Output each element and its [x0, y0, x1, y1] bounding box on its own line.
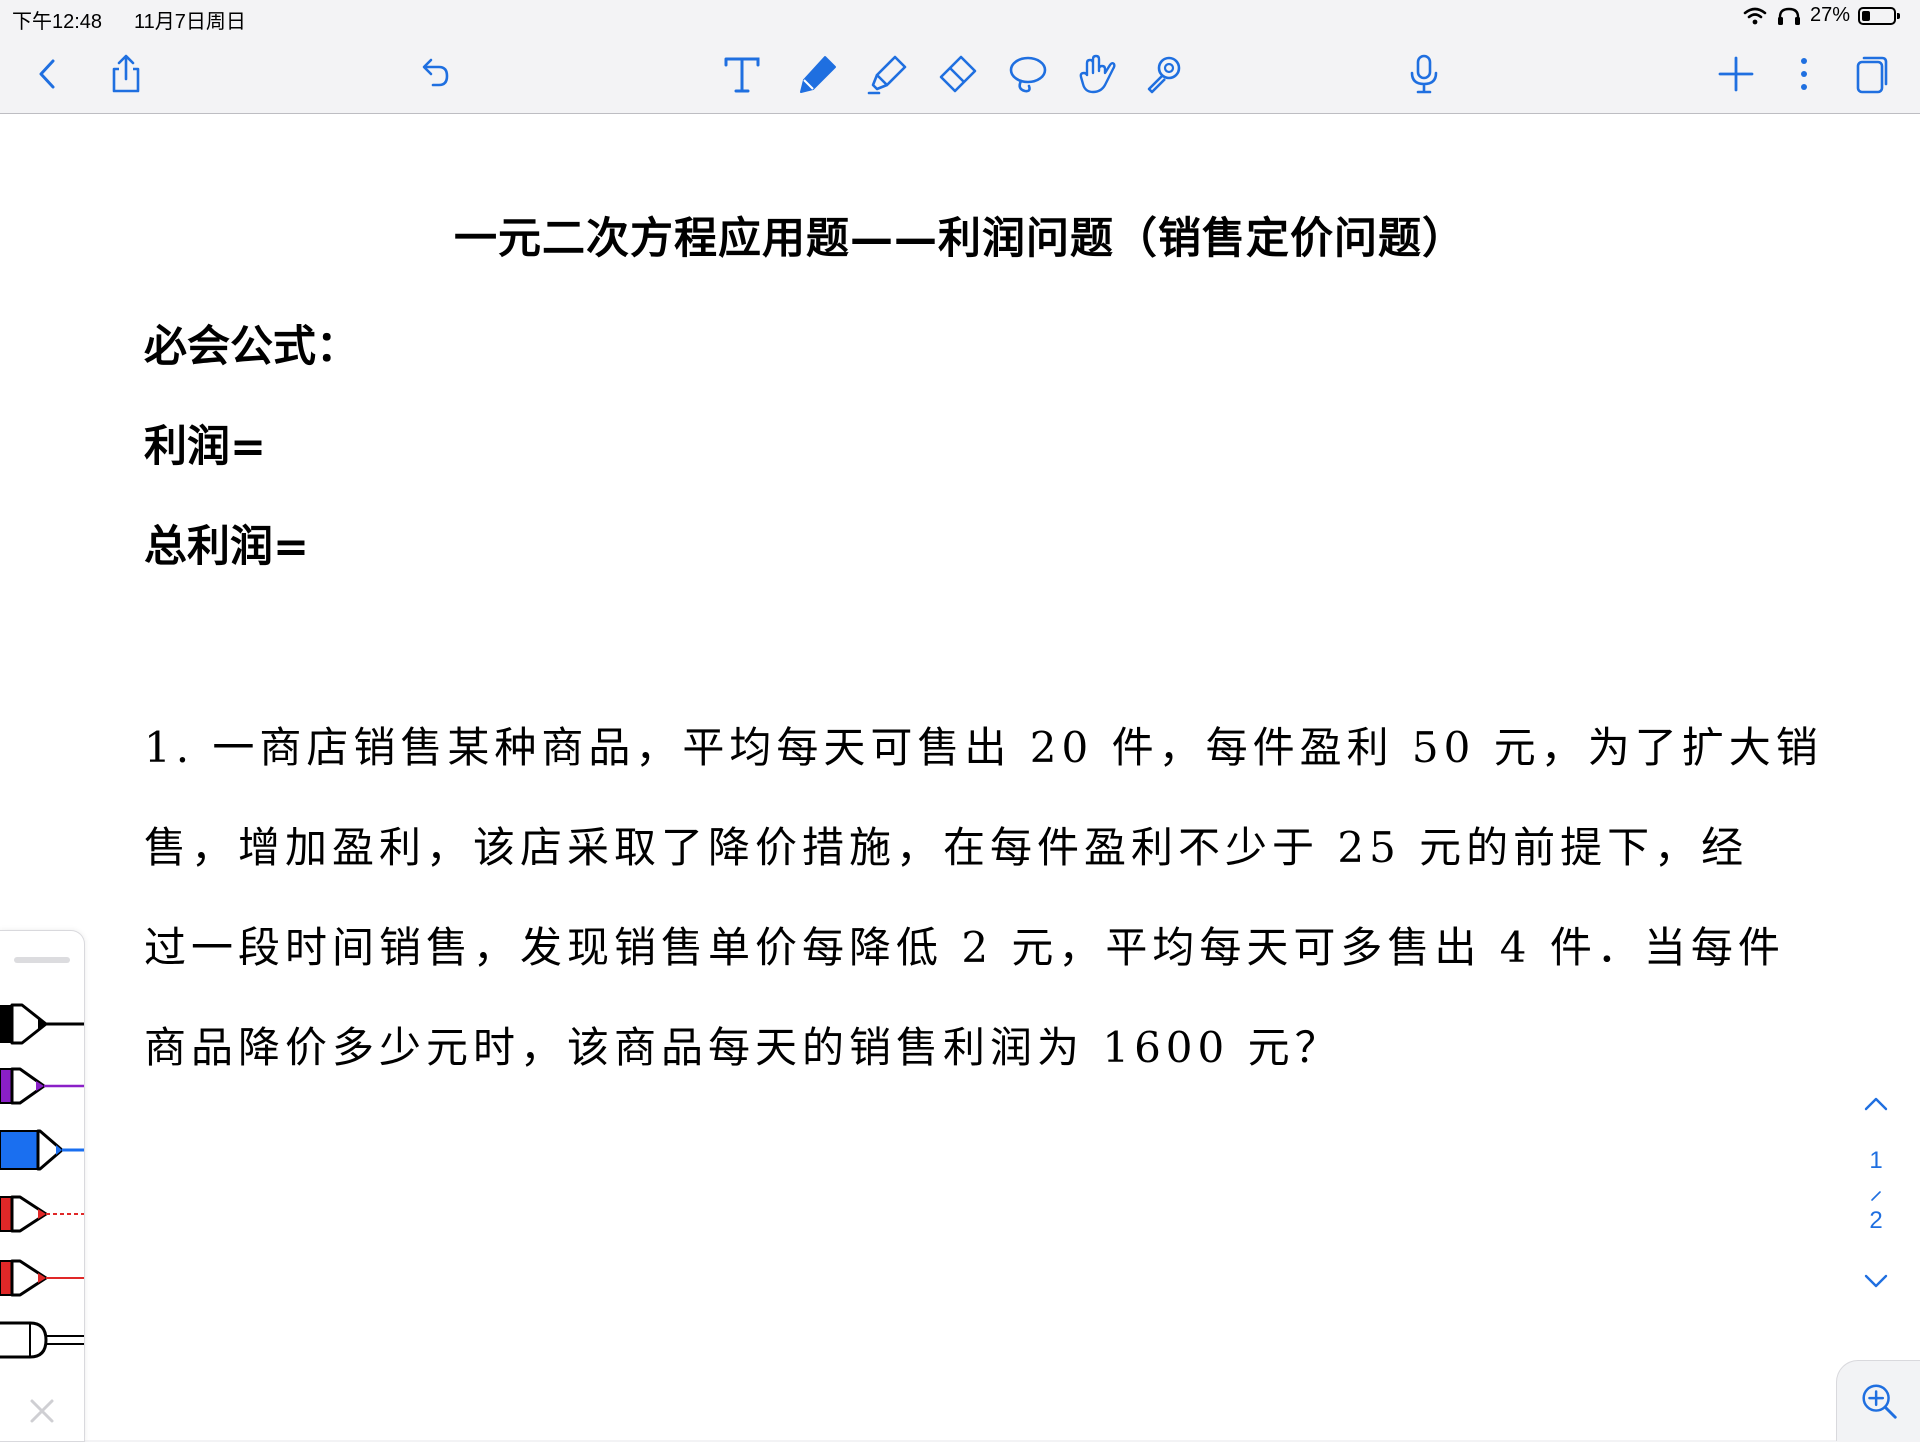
lasso-tool-button[interactable]: [996, 34, 1060, 114]
status-date: 11月7日周日: [134, 11, 246, 33]
formula-total-profit: 总利润=: [144, 522, 310, 572]
pen-icon: [800, 56, 836, 93]
previous-page-button[interactable]: [1856, 1085, 1896, 1125]
pen-white[interactable]: [0, 1315, 84, 1365]
add-button[interactable]: [1704, 34, 1768, 114]
problem-line: 过一段时间销售，发现销售单价每降低 2 元，平均每天可多售出 4 件．当每件: [144, 923, 1785, 972]
problem-text: 1. 一商店销售某种商品，平均每天可售出 20 件，每件盈利 50 元，为了扩大…: [144, 698, 1823, 1098]
eraser-tool-button[interactable]: [926, 34, 990, 114]
microphone-button[interactable]: [1392, 34, 1456, 114]
document-page[interactable]: 一元二次方程应用题——利润问题（销售定价问题） 必会公式： 利润= 总利润= 1…: [0, 114, 1920, 1440]
pages-icon: [1856, 56, 1888, 94]
problem-line: 售，增加盈利，该店采取了降价措施，在每件盈利不少于 25 元的前提下，经: [144, 823, 1749, 872]
status-indicators: 27%: [1742, 4, 1900, 27]
hand-tool-button[interactable]: [1064, 34, 1128, 114]
headphones-icon: [1777, 7, 1800, 25]
toolbar: [0, 34, 1920, 114]
back-button[interactable]: [16, 34, 80, 114]
battery-icon: [1858, 6, 1900, 25]
status-bar: 下午12:48 11月7日周日 27%: [0, 0, 1920, 34]
back-icon: [39, 59, 55, 89]
more-icon: [1801, 58, 1807, 90]
chevron-up-icon: [1864, 1097, 1888, 1111]
undo-icon: [422, 58, 449, 87]
close-icon: [30, 1399, 54, 1423]
highlighter-tool-button[interactable]: [856, 34, 920, 114]
pen-black[interactable]: [0, 999, 84, 1049]
battery-level: [1862, 10, 1870, 21]
pen-palette[interactable]: [0, 930, 85, 1442]
pen-red-dashed[interactable]: [0, 1189, 84, 1239]
page-navigator: 1 2: [1846, 1085, 1906, 1305]
share-button[interactable]: [94, 34, 158, 114]
chevron-down-icon: [1864, 1274, 1888, 1288]
problem-line: 商品降价多少元时，该商品每天的销售利润为 1600 元？: [144, 1023, 1342, 1072]
pages-button[interactable]: [1840, 34, 1904, 114]
pen-red[interactable]: [0, 1253, 84, 1303]
lasso-icon: [1009, 56, 1047, 93]
share-icon: [112, 54, 140, 93]
add-icon: [1718, 56, 1754, 92]
text-tool-icon: [724, 57, 760, 93]
microphone-icon: [1410, 54, 1438, 94]
text-tool-button[interactable]: [710, 34, 774, 114]
battery-percent: 27%: [1809, 4, 1850, 26]
palette-close-button[interactable]: [22, 1391, 62, 1431]
wifi-icon: [1743, 7, 1767, 24]
page-separator-icon: [1871, 1191, 1881, 1201]
laser-pointer-button[interactable]: [1132, 34, 1196, 114]
pen-tool-button[interactable]: [786, 34, 850, 114]
zoom-in-icon: [1862, 1384, 1897, 1419]
total-pages: 2: [1869, 1207, 1883, 1234]
pen-blue[interactable]: [0, 1125, 84, 1175]
palette-drag-handle[interactable]: [14, 957, 70, 963]
zoom-button[interactable]: [1836, 1360, 1920, 1441]
next-page-button[interactable]: [1856, 1260, 1896, 1300]
undo-button[interactable]: [402, 34, 466, 114]
highlighter-icon: [867, 55, 907, 95]
more-button[interactable]: [1772, 34, 1836, 114]
problem-line: 1. 一商店销售某种商品，平均每天可售出 20 件，每件盈利 50 元，为了扩大…: [144, 723, 1823, 772]
status-time: 下午12:48: [12, 11, 103, 33]
laser-pointer-icon: [1147, 56, 1181, 94]
formula-heading: 必会公式：: [144, 322, 359, 372]
pen-purple[interactable]: [0, 1061, 84, 1111]
eraser-icon: [939, 55, 977, 93]
current-page: 1: [1869, 1147, 1883, 1174]
page-title: 一元二次方程应用题——利润问题（销售定价问题）: [454, 214, 1466, 264]
hand-pointer-icon: [1079, 54, 1116, 94]
formula-profit: 利润=: [144, 422, 267, 472]
